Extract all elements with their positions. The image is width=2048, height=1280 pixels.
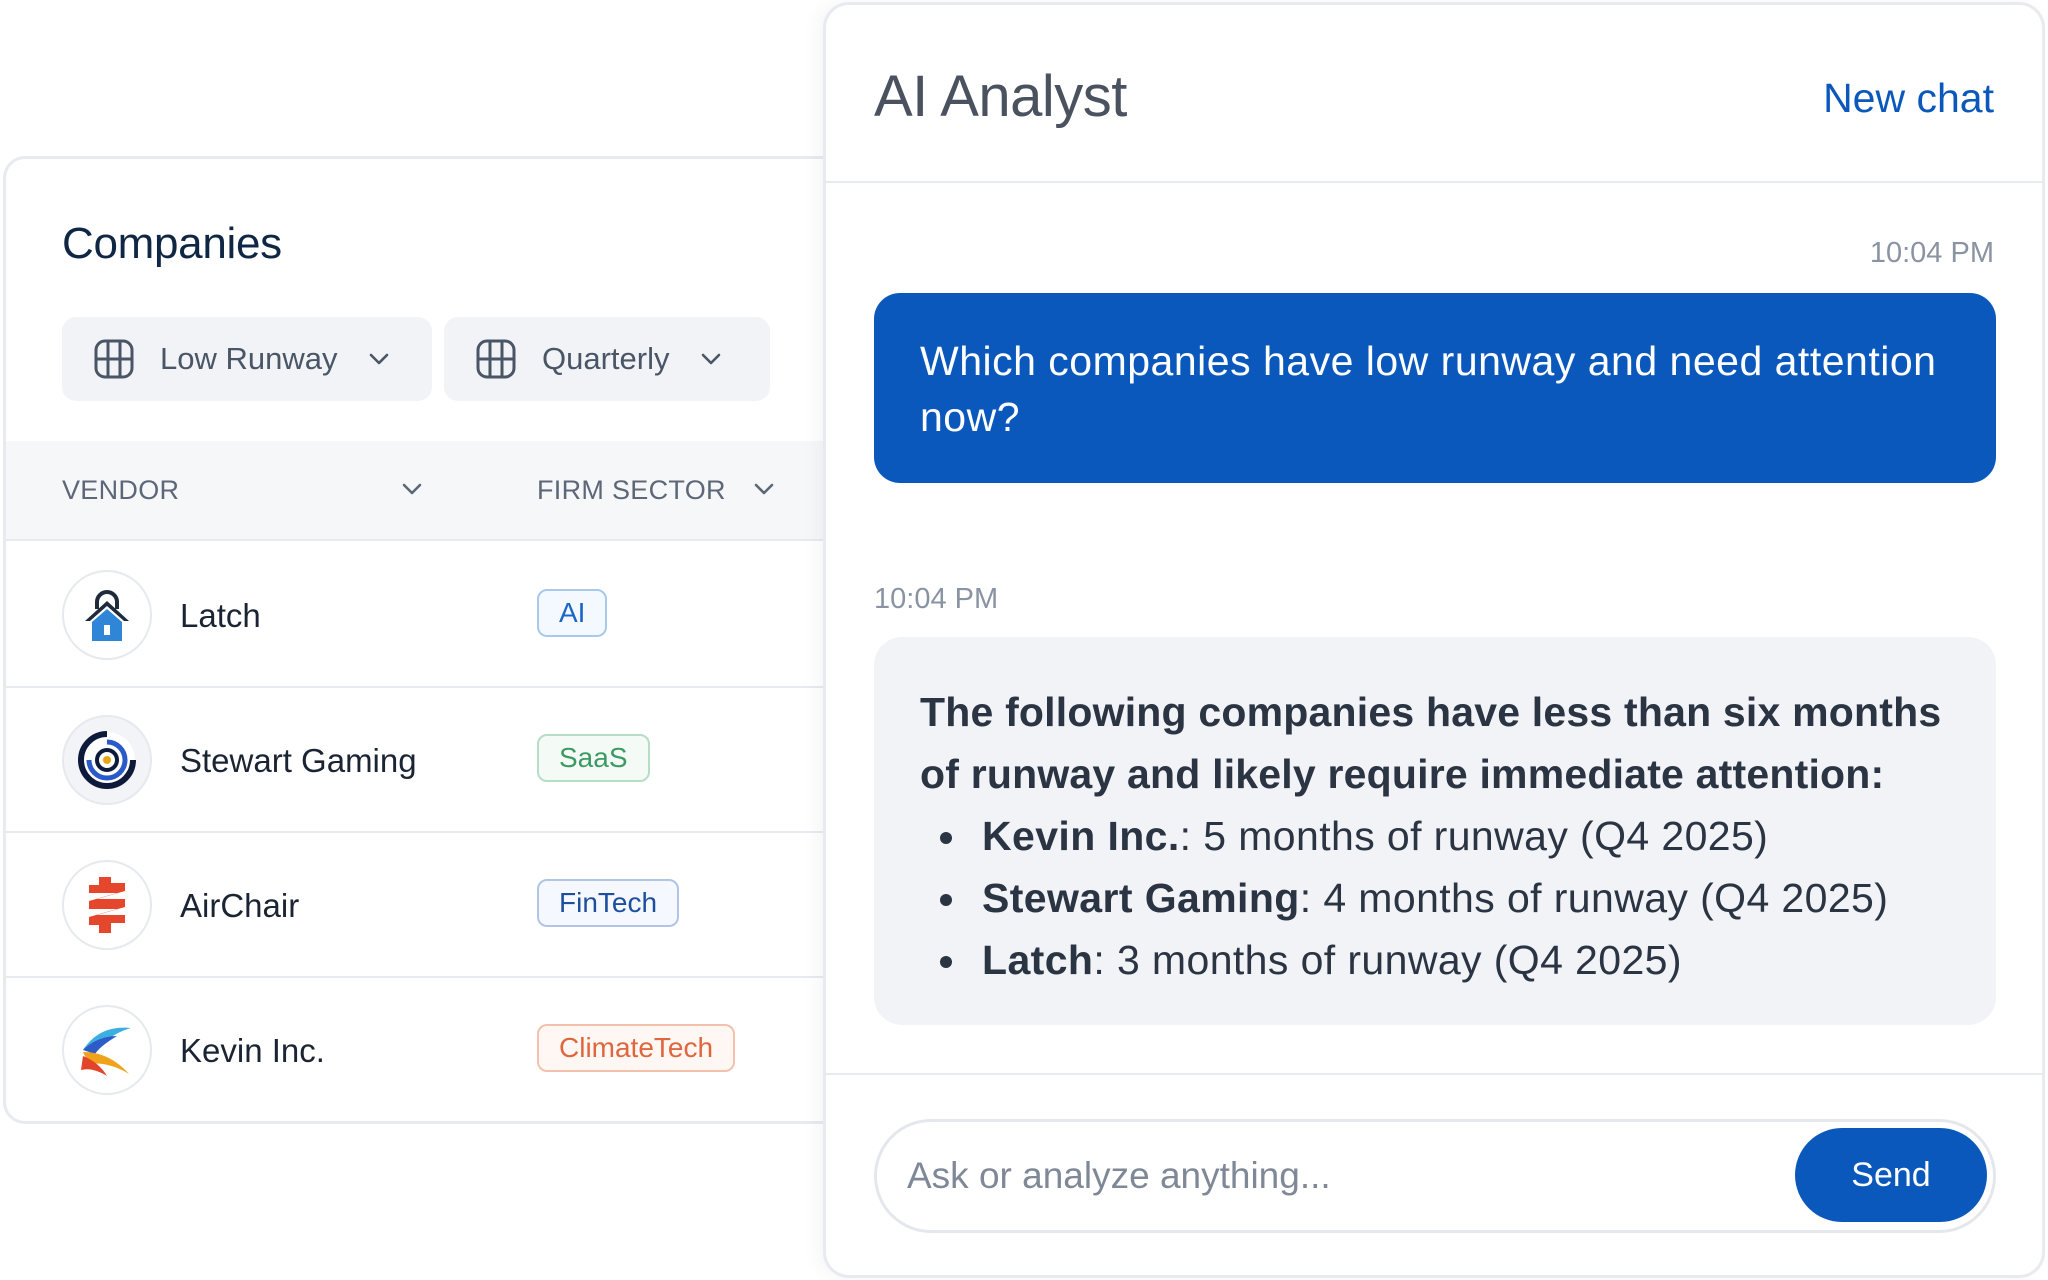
company-name: Stewart Gaming [982,875,1300,921]
sector-badge: AI [537,589,608,637]
chat-input[interactable] [907,1122,1767,1230]
table-row[interactable]: Stewart Gaming SaaS [6,688,900,833]
filter-low-runway[interactable]: Low Runway [62,317,432,401]
vendor-name: Latch [180,597,261,634]
companies-title: Companies [62,219,282,268]
list-item: Kevin Inc.: 5 months of runway (Q4 2025) [920,805,1950,867]
column-header-vendor[interactable]: VENDOR [62,475,179,506]
companies-panel: Companies Low Runway Quarterly VENDOR FI… [3,156,903,1124]
bullet-icon [940,832,952,844]
ai-response-list: Kevin Inc.: 5 months of runway (Q4 2025)… [920,805,1950,991]
runway-detail: : 4 months of runway (Q4 2025) [1299,875,1889,921]
sector-badge: FinTech [537,879,680,927]
company-name: Latch [982,937,1094,983]
sector-badge: ClimateTech [537,1024,736,1072]
sector-badge: SaaS [537,734,650,782]
list-item: Stewart Gaming: 4 months of runway (Q4 2… [920,867,1950,929]
chevron-down-icon [702,353,721,365]
table-row[interactable]: AirChair FinTech [6,833,900,978]
chat-title: AI Analyst [874,64,1127,129]
table-grid-icon [474,337,518,381]
send-button[interactable]: Send [1795,1128,1987,1222]
filter-label: Low Runway [160,341,338,376]
list-item: Latch: 3 months of runway (Q4 2025) [920,929,1950,991]
table-grid-icon [92,337,136,381]
chat-header: AI Analyst New chat [826,5,2042,183]
chevron-down-icon[interactable] [398,475,426,503]
vendor-name: Kevin Inc. [180,1032,325,1069]
ai-analyst-panel: AI Analyst New chat 10:04 PM Which compa… [823,2,2045,1278]
spiral-target-logo-icon [62,715,152,805]
company-name: Kevin Inc. [982,813,1180,859]
ai-response-intro: The following companies have less than s… [920,689,1942,797]
table-row[interactable]: Latch AI [6,543,900,688]
message-timestamp: 10:04 PM [1869,237,1994,269]
column-header-firm-sector[interactable]: FIRM SECTOR [537,475,726,506]
new-chat-button[interactable]: New chat [1823,75,1994,122]
footer-divider [826,1073,2042,1075]
lock-house-logo-icon [62,570,152,660]
table-header: VENDOR FIRM SECTOR [6,441,900,541]
filter-label: Quarterly [542,341,670,376]
chevron-down-icon [370,353,389,365]
vendor-name: AirChair [180,887,300,924]
runway-detail: : 3 months of runway (Q4 2025) [1093,937,1682,983]
chat-input-container: Send [874,1119,1996,1233]
red-zigzag-logo-icon [62,860,152,950]
runway-detail: : 5 months of runway (Q4 2025) [1179,813,1769,859]
user-message-bubble: Which companies have low runway and need… [874,293,1996,483]
bullet-icon [940,894,952,906]
message-timestamp: 10:04 PM [874,583,999,615]
table-row[interactable]: Kevin Inc. ClimateTech [6,978,900,1121]
bullet-icon [940,956,952,968]
filter-quarterly[interactable]: Quarterly [444,317,770,401]
ai-response-bubble: The following companies have less than s… [874,637,1996,1025]
chevron-down-icon[interactable] [750,475,778,503]
vendor-name: Stewart Gaming [180,742,417,779]
swoosh-k-logo-icon [62,1005,152,1095]
